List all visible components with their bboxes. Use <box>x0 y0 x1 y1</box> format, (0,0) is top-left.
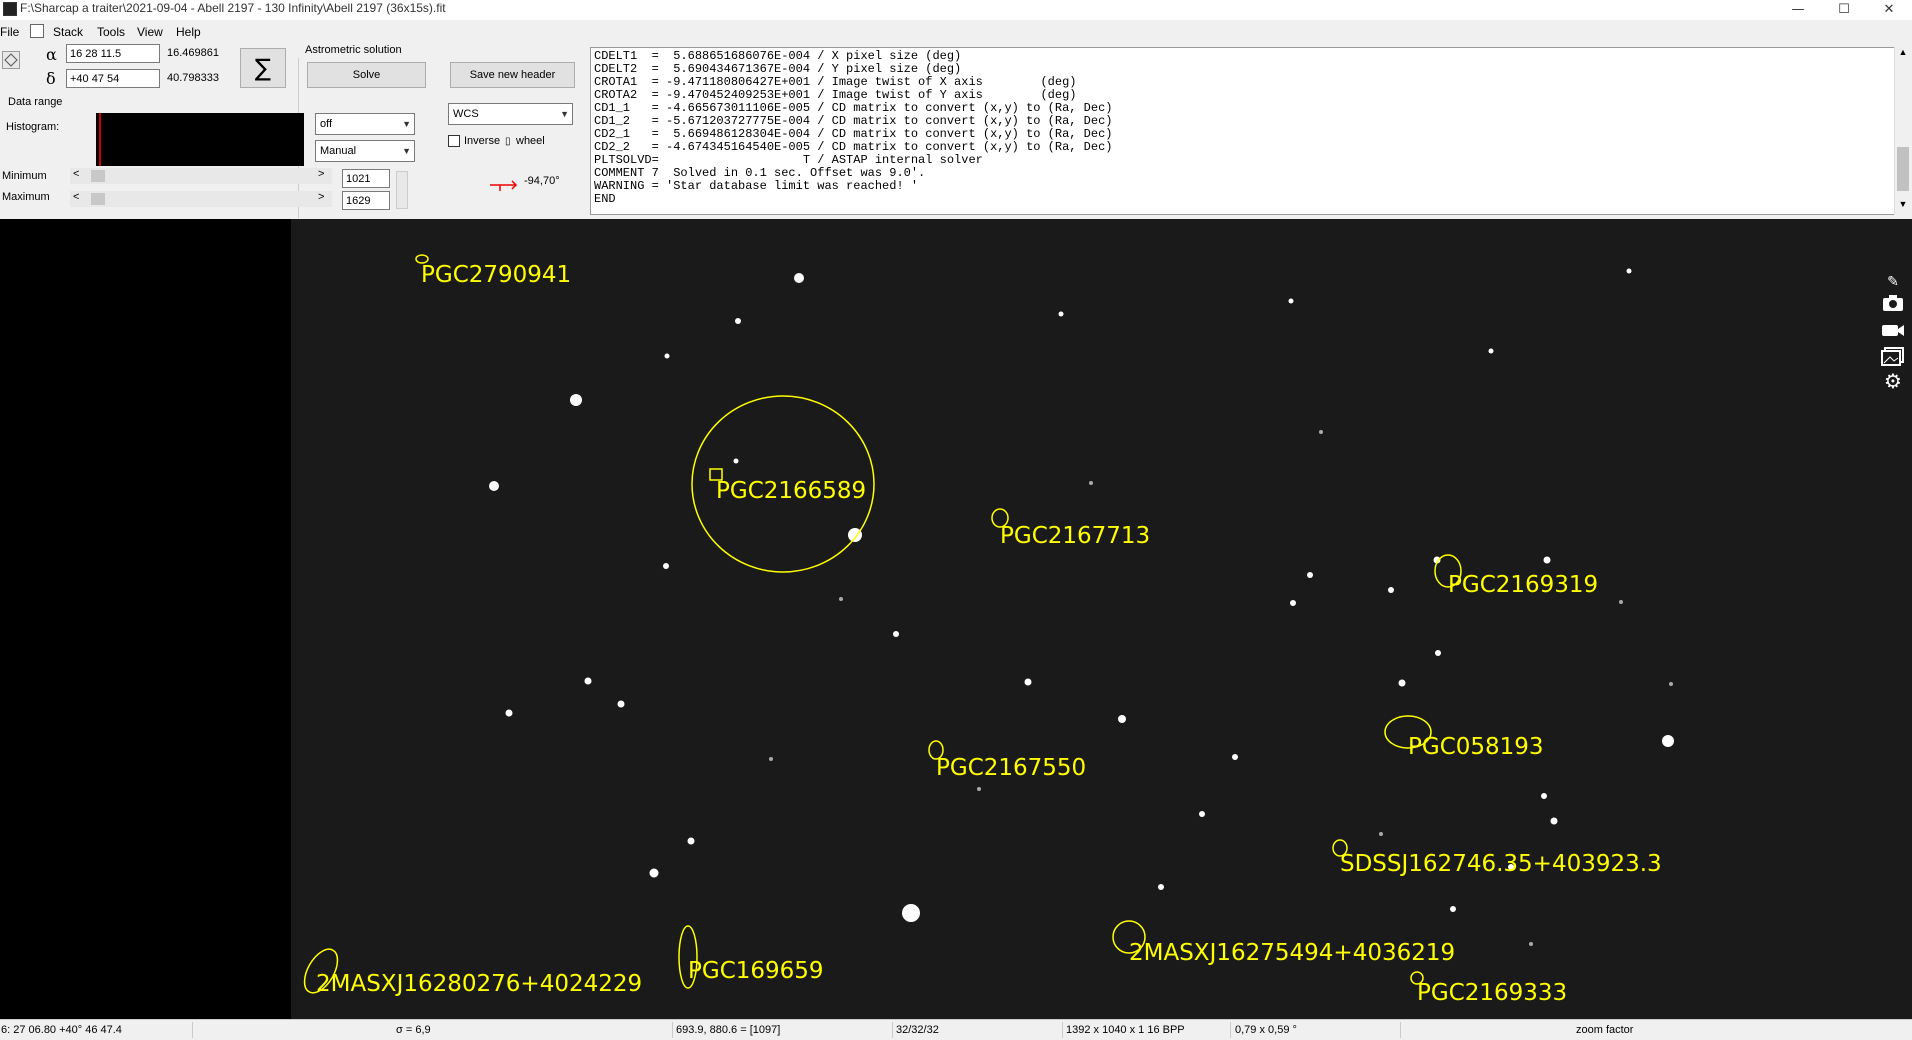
diamond-icon <box>4 53 18 67</box>
image-viewer[interactable]: PGC2790941 PGC2166589 PGC2167713 PGC2169… <box>291 219 1912 1019</box>
menu-view[interactable]: View <box>137 25 163 39</box>
status-bits: 32/32/32 <box>896 1024 939 1036</box>
menu-help[interactable]: Help <box>176 25 201 39</box>
sky-image[interactable]: PGC2790941 PGC2166589 PGC2167713 PGC2169… <box>291 219 1912 1019</box>
inverse-label: Inverse <box>464 135 501 147</box>
slider-left-arrow[interactable]: < <box>73 168 79 180</box>
menu-tools[interactable]: Tools <box>97 25 125 39</box>
divider <box>192 1022 193 1038</box>
fits-header-text[interactable]: CDELT1 = 5.688651686076E-004 / X pixel s… <box>590 47 1896 215</box>
slider-thumb[interactable] <box>91 170 105 182</box>
minimum-slider[interactable]: < > <box>70 168 332 184</box>
chevron-down-icon: ▼ <box>560 109 569 119</box>
annotations-layer: PGC2790941 PGC2166589 PGC2167713 PGC2169… <box>303 254 1662 1006</box>
label-pgc2790941: PGC2790941 <box>421 262 571 288</box>
header-scrollbar[interactable]: ▲ ▼ <box>1894 47 1911 215</box>
camera-icon[interactable] <box>1881 293 1905 313</box>
minimum-input[interactable]: 1021 <box>342 169 390 188</box>
close-button[interactable]: ✕ <box>1866 0 1912 20</box>
pin-icon[interactable]: ✎ <box>1880 271 1906 293</box>
stretch-combo-value: off <box>320 118 333 130</box>
status-dims: 1392 x 1040 x 1 16 BPP <box>1066 1024 1185 1036</box>
dec-decimal: 40.798333 <box>167 72 219 84</box>
maximize-button[interactable]: ☐ <box>1821 0 1867 20</box>
histogram-label: Histogram: <box>6 121 60 133</box>
gallery-icon[interactable] <box>1881 346 1905 366</box>
control-panel: α δ 16 28 11.5 +40 47 54 16.469861 40.79… <box>0 40 590 218</box>
data-range-label: Data range <box>8 96 63 108</box>
delta-symbol: δ <box>46 69 56 88</box>
range-mode-combo[interactable]: Manual ▼ <box>315 140 415 162</box>
header-line: WARNING = 'Star database limit was reach… <box>594 179 919 193</box>
scroll-up-arrow[interactable]: ▲ <box>1895 47 1911 61</box>
scroll-thumb[interactable] <box>1897 147 1909 191</box>
minimize-button[interactable]: — <box>1775 0 1821 20</box>
video-icon[interactable] <box>1881 320 1905 340</box>
ra-input[interactable]: 16 28 11.5 <box>66 44 160 63</box>
status-fov: 0,79 x 0,59 ° <box>1235 1024 1297 1036</box>
maximum-input[interactable]: 1629 <box>342 191 390 210</box>
divider <box>1062 1022 1063 1038</box>
slider-thumb[interactable] <box>91 193 105 205</box>
label-pgc058193: PGC058193 <box>1408 734 1544 760</box>
divider <box>1400 1022 1401 1038</box>
settings-icon[interactable]: ⚙ <box>1880 370 1906 392</box>
slider-right-arrow[interactable]: > <box>318 191 324 203</box>
alpha-symbol: α <box>46 45 57 64</box>
slider-right-arrow[interactable]: > <box>318 168 324 180</box>
title-bar: F:\Sharcap a traiter\2021-09-04 - Abell … <box>0 0 1912 20</box>
toggle-button[interactable] <box>2 51 20 69</box>
status-zoom: zoom factor <box>1576 1024 1634 1036</box>
status-coords: 6: 27 06.80 +40° 46 47.4 <box>1 1024 122 1036</box>
status-sigma: σ = 6,9 <box>396 1024 431 1036</box>
window-title: F:\Sharcap a traiter\2021-09-04 - Abell … <box>20 1 446 15</box>
histogram[interactable] <box>96 113 304 166</box>
label-sdssj162746: SDSSJ162746.35+403923.3 <box>1340 851 1662 877</box>
maximum-label: Maximum <box>2 191 50 203</box>
ra-decimal: 16.469861 <box>167 47 219 59</box>
range-spinner[interactable] <box>396 171 408 209</box>
label-2masxj16275494: 2MASXJ16275494+4036219 <box>1129 940 1455 966</box>
label-pgc169659: PGC169659 <box>688 958 824 984</box>
menu-file[interactable]: File <box>0 25 19 39</box>
label-pgc2169333: PGC2169333 <box>1417 980 1567 1006</box>
header-line: END <box>594 192 616 206</box>
range-mode-value: Manual <box>320 145 357 157</box>
save-header-button[interactable]: Save new header <box>450 62 575 88</box>
app-icon <box>3 2 17 16</box>
wcs-combo[interactable]: WCS ▼ <box>448 103 573 125</box>
wheel-label: wheel <box>516 135 545 147</box>
divider <box>1230 1022 1231 1038</box>
label-pgc2167550: PGC2167550 <box>936 755 1086 781</box>
orientation-arrow-icon <box>490 180 518 191</box>
dec-input[interactable]: +40 47 54 <box>66 69 160 88</box>
label-pgc2166589: PGC2166589 <box>716 478 866 504</box>
divider <box>672 1022 673 1038</box>
status-position: 693.9, 880.6 = [1097] <box>676 1024 781 1036</box>
menu-stack[interactable]: Stack <box>53 25 83 39</box>
status-bar: 6: 27 06.80 +40° 46 47.4 σ = 6,9 693.9, … <box>0 1019 1912 1040</box>
inverse-checkbox[interactable] <box>448 135 460 147</box>
stack-icon <box>30 24 44 38</box>
histogram-marker <box>99 113 101 166</box>
divider <box>892 1022 893 1038</box>
label-2masxj16280276: 2MASXJ16280276+4024229 <box>316 971 642 997</box>
left-panel <box>0 219 291 1019</box>
label-pgc2169319: PGC2169319 <box>1448 572 1598 598</box>
label-pgc2167713: PGC2167713 <box>1000 523 1150 549</box>
maximum-slider[interactable]: < > <box>70 191 332 207</box>
stretch-combo[interactable]: off ▼ <box>315 113 415 135</box>
solve-button[interactable]: Solve <box>307 62 426 88</box>
stars-layer <box>489 268 1674 946</box>
chevron-down-icon: ▼ <box>402 119 411 129</box>
mouse-icon: ▯ <box>505 136 511 147</box>
sigma-button[interactable]: ∑ <box>240 48 286 88</box>
wcs-combo-value: WCS <box>453 108 479 120</box>
astrometric-label: Astrometric solution <box>305 44 402 56</box>
scroll-down-arrow[interactable]: ▼ <box>1895 199 1911 213</box>
chevron-down-icon: ▼ <box>402 146 411 156</box>
rotation-angle: -94,70° <box>524 175 560 187</box>
slider-left-arrow[interactable]: < <box>73 191 79 203</box>
minimum-label: Minimum <box>2 170 47 182</box>
